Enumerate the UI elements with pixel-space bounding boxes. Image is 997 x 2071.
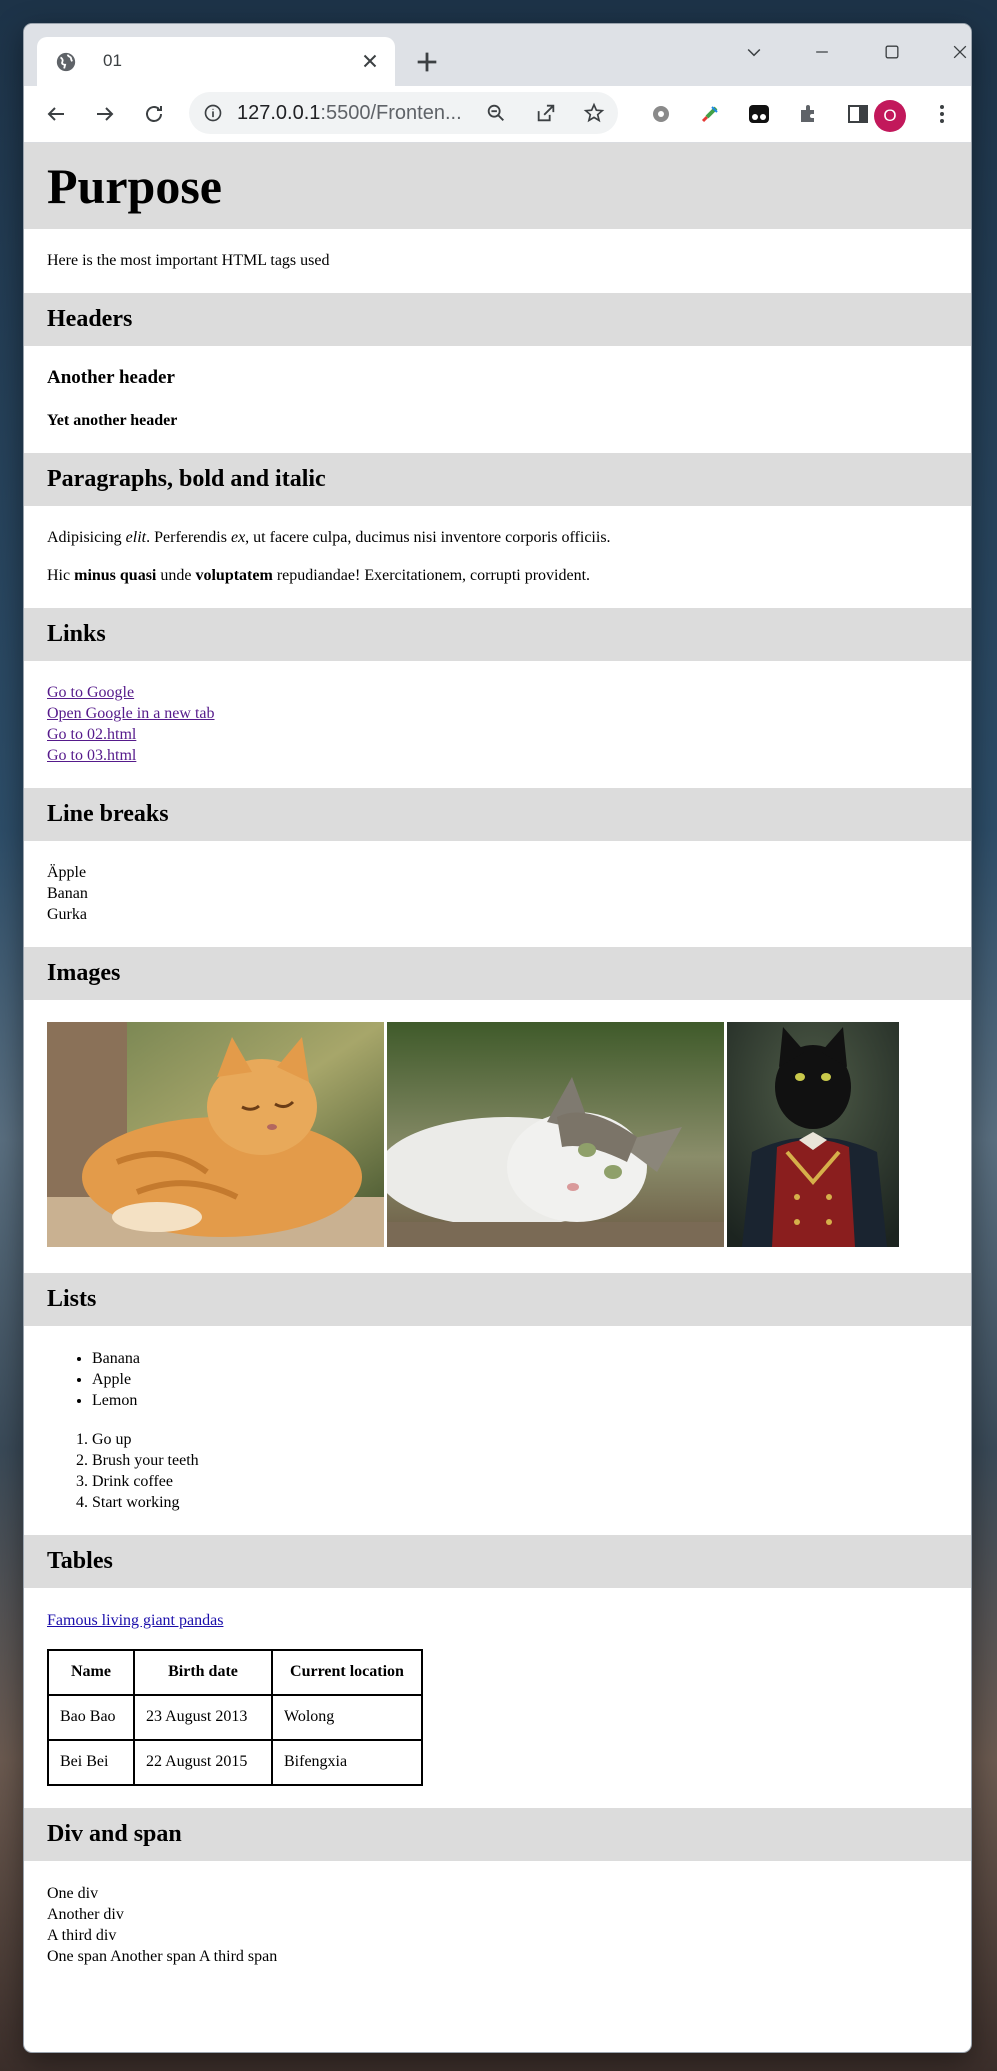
pandas-table: Name Birth date Current location Bao Bao… [47, 1649, 423, 1786]
table-header-cell: Birth date [134, 1650, 272, 1695]
extension-gear-icon[interactable] [647, 100, 675, 128]
line-break-text: Äpple Banan Gurka [47, 862, 948, 925]
minimize-icon[interactable] [792, 34, 852, 70]
share-icon[interactable] [532, 99, 560, 127]
span-item: One span [47, 1948, 107, 1965]
tab-strip: 01 [24, 24, 971, 86]
bookmark-star-icon[interactable] [580, 99, 608, 127]
list-item: Start working [92, 1492, 948, 1513]
span-item: Another span [110, 1948, 196, 1965]
back-icon[interactable] [42, 100, 70, 128]
unordered-list: Banana Apple Lemon [47, 1348, 948, 1411]
new-tab-icon[interactable] [413, 48, 441, 76]
tables-band: Tables [24, 1535, 971, 1588]
lists-band: Lists [24, 1273, 971, 1326]
images-band: Images [24, 947, 971, 1000]
link-google[interactable]: Go to Google [47, 682, 948, 703]
list-item: Apple [92, 1369, 948, 1390]
reload-icon[interactable] [140, 100, 168, 128]
table-cell: Bao Bao [48, 1695, 134, 1740]
table-cell: Bei Bei [48, 1740, 134, 1785]
extension-pen-icon[interactable] [696, 100, 724, 128]
table-header-row: Name Birth date Current location [48, 1650, 422, 1695]
orange-cat-image [47, 1022, 384, 1247]
section-heading-paragraphs: Paragraphs, bold and italic [47, 466, 326, 492]
table-cell: 22 August 2015 [134, 1740, 272, 1785]
table-cell: Wolong [272, 1695, 422, 1740]
menu-dots-icon[interactable] [928, 100, 956, 128]
forward-icon[interactable] [91, 100, 119, 128]
div-span-band: Div and span [24, 1808, 971, 1861]
link-03-html[interactable]: Go to 03.html [47, 745, 948, 766]
section-heading-images: Images [47, 960, 121, 986]
side-panel-icon[interactable] [844, 100, 872, 128]
div-item: A third div [47, 1927, 117, 1944]
table-cell: Bifengxia [272, 1740, 422, 1785]
links-band: Links [24, 608, 971, 661]
section-heading-links: Links [47, 621, 106, 647]
h4-example: Yet another header [47, 412, 178, 429]
section-heading-lists: Lists [47, 1286, 97, 1312]
page-content: Purpose Here is the most important HTML … [24, 143, 971, 1967]
tab-search-icon[interactable] [724, 34, 784, 70]
profile-avatar[interactable]: O [874, 100, 906, 132]
table-header-cell: Name [48, 1650, 134, 1695]
ordered-list: Go up Brush your teeth Drink coffee Star… [47, 1429, 948, 1513]
table-cell: 23 August 2013 [134, 1695, 272, 1740]
span-item: A third span [199, 1948, 278, 1965]
url-text: 127.0.0.1:5500/Fronten... [237, 102, 462, 124]
section-heading-div-span: Div and span [47, 1821, 182, 1847]
table-row: Bei Bei 22 August 2015 Bifengxia [48, 1740, 422, 1785]
div-item: One div [47, 1885, 99, 1902]
section-heading-headers: Headers [47, 306, 133, 332]
table-header-cell: Current location [272, 1650, 422, 1695]
browser-tab[interactable]: 01 [37, 37, 395, 86]
section-heading-tables: Tables [47, 1548, 113, 1574]
zoom-icon[interactable] [482, 99, 510, 127]
site-info-icon[interactable] [203, 103, 223, 123]
table-row: Bao Bao 23 August 2013 Wolong [48, 1695, 422, 1740]
paragraph-italic: Adipisicing elit. Perferendis ex, ut fac… [47, 529, 611, 546]
black-cat-portrait-image [727, 1022, 899, 1247]
line-breaks-band: Line breaks [24, 788, 971, 841]
line-item: Äpple [47, 864, 87, 881]
list-item: Brush your teeth [92, 1450, 948, 1471]
intro-text: Here is the most important HTML tags use… [47, 252, 330, 269]
address-bar[interactable]: 127.0.0.1:5500/Fronten... [189, 92, 618, 134]
link-google-new-tab[interactable]: Open Google in a new tab [47, 703, 948, 724]
paragraphs-band: Paragraphs, bold and italic [24, 453, 971, 506]
list-item: Drink coffee [92, 1471, 948, 1492]
image-row [47, 1022, 948, 1247]
page-title: Purpose [47, 158, 222, 214]
headers-band: Headers [24, 293, 971, 346]
list-item: Banana [92, 1348, 948, 1369]
pandas-link[interactable]: Famous living giant pandas [47, 1610, 948, 1631]
div-item: Another div [47, 1906, 124, 1923]
browser-window: 01 127.0.0.1:5500/Fronten... O Purpose H… [24, 24, 971, 2052]
tab-title: 01 [103, 51, 122, 70]
maximize-icon[interactable] [862, 34, 922, 70]
extensions-puzzle-icon[interactable] [795, 100, 823, 128]
section-heading-line-breaks: Line breaks [47, 801, 169, 827]
h3-example: Another header [47, 367, 175, 388]
line-item: Gurka [47, 906, 87, 923]
line-item: Banan [47, 885, 88, 902]
purpose-band: Purpose [24, 143, 971, 229]
span-line: One span Another span A third span [47, 1946, 948, 1967]
list-item: Lemon [92, 1390, 948, 1411]
extension-mask-icon[interactable] [745, 100, 773, 128]
paragraph-bold: Hic minus quasi unde voluptatem repudian… [47, 567, 591, 584]
link-02-html[interactable]: Go to 02.html [47, 724, 948, 745]
window-close-icon[interactable] [930, 34, 971, 70]
tabby-cat-image [387, 1022, 724, 1247]
browser-toolbar: 127.0.0.1:5500/Fronten... O [24, 86, 971, 143]
list-item: Go up [92, 1429, 948, 1450]
globe-icon [56, 52, 76, 72]
close-tab-icon[interactable] [359, 50, 381, 72]
